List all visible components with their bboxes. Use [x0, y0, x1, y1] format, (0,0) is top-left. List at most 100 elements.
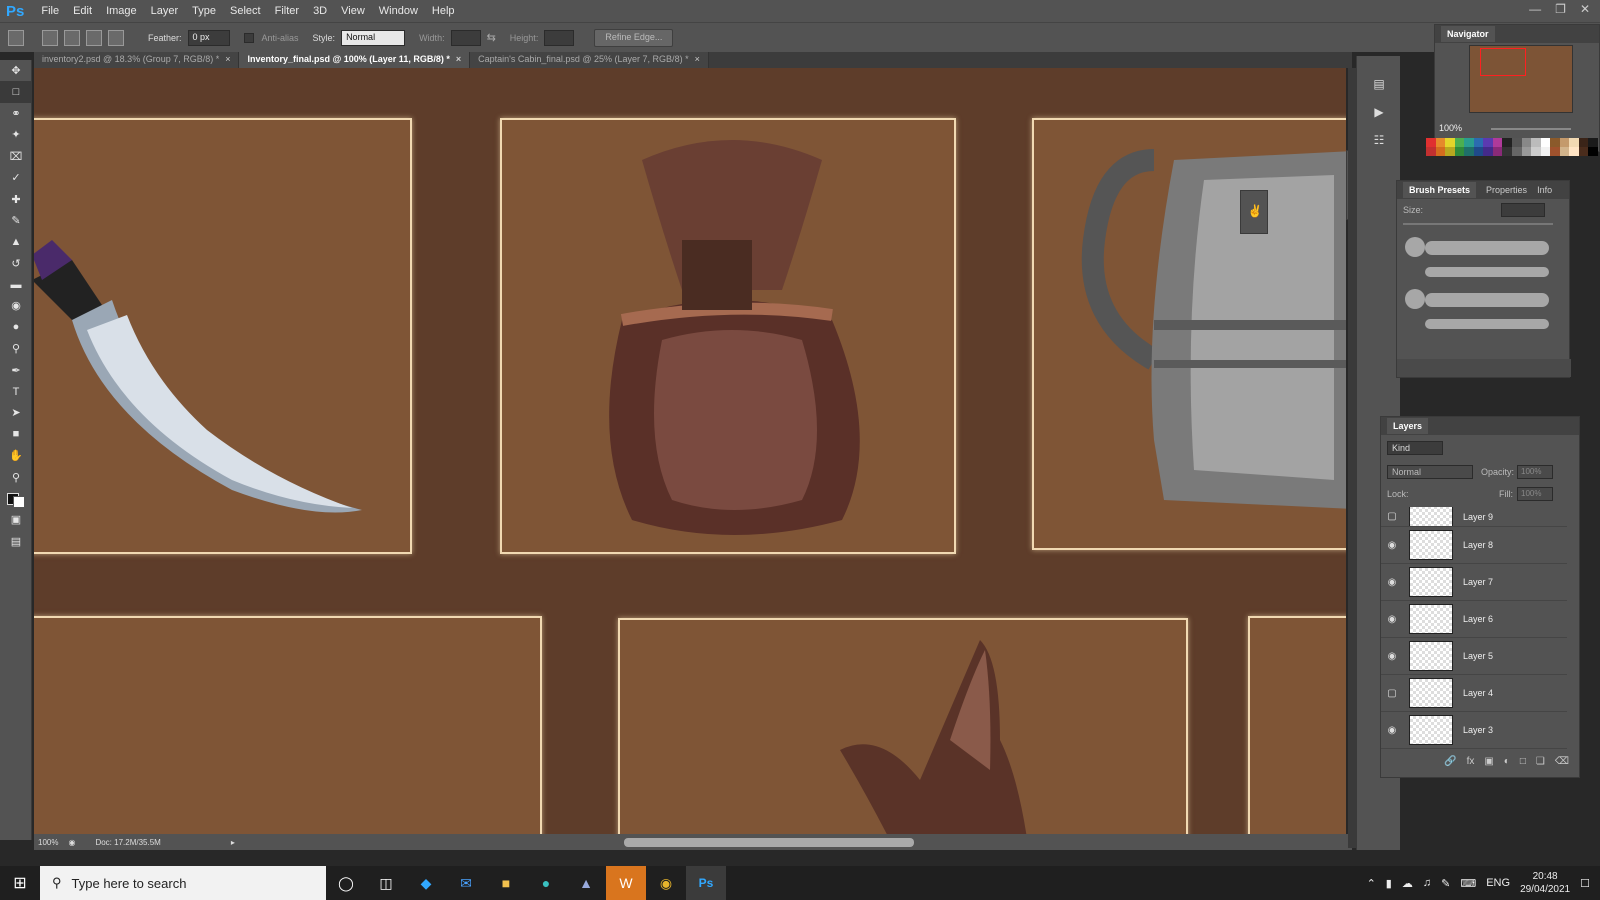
shape-tool-icon[interactable]: ■ [0, 424, 32, 445]
eyedropper-tool-icon[interactable]: ✓ [0, 167, 32, 188]
dodge-tool-icon[interactable]: ⚲ [0, 338, 32, 359]
eye-icon[interactable]: ◉ [1381, 540, 1403, 551]
tab-properties[interactable]: Properties [1486, 185, 1527, 195]
swatch[interactable] [1578, 138, 1589, 147]
layer-row-9[interactable]: ▢ Layer 9 [1381, 507, 1567, 527]
brush-slider[interactable] [1403, 223, 1553, 225]
tab-info[interactable]: Info [1537, 185, 1552, 195]
healing-tool-icon[interactable]: ✚ [0, 188, 32, 209]
menu-help[interactable]: Help [425, 5, 462, 17]
path-select-tool-icon[interactable]: ➤ [0, 402, 32, 423]
swatch[interactable] [1426, 138, 1436, 147]
language-indicator[interactable]: ENG [1486, 877, 1510, 889]
layer-name[interactable]: Layer 3 [1463, 725, 1493, 735]
layers-title[interactable]: Layers [1387, 418, 1429, 434]
swatch[interactable] [1559, 147, 1570, 156]
zoom-readout[interactable]: 100% [38, 838, 58, 847]
layer-name[interactable]: Layer 9 [1463, 512, 1493, 522]
swatch[interactable] [1540, 138, 1551, 147]
move-tool-icon[interactable]: ✥ [0, 60, 32, 81]
swatch[interactable] [1531, 147, 1541, 156]
notifications-icon[interactable]: ☐ [1580, 877, 1590, 890]
restore-icon[interactable]: ❐ [1555, 2, 1566, 16]
width-input[interactable] [450, 29, 481, 46]
cloud-icon[interactable]: ☁ [1402, 877, 1413, 890]
layer-row-7[interactable]: ◉ Layer 7 [1381, 564, 1567, 601]
layer-row-3[interactable]: ◉ Layer 3 [1381, 712, 1567, 749]
brush-preset-2[interactable] [1405, 289, 1425, 309]
bucket-tool-icon[interactable]: ◉ [0, 295, 32, 316]
brush-tool-icon[interactable]: ✎ [0, 210, 32, 231]
app-icon-2[interactable]: ▲ [566, 866, 606, 900]
chrome-icon[interactable]: ◉ [646, 866, 686, 900]
history-icon[interactable]: ▤ [1357, 70, 1401, 98]
history-brush-tool-icon[interactable]: ↺ [0, 253, 32, 274]
layer-name[interactable]: Layer 4 [1463, 688, 1493, 698]
visibility-off-icon[interactable]: ▢ [1381, 511, 1403, 522]
eye-icon[interactable]: ◉ [1381, 577, 1403, 588]
swatch[interactable] [1569, 147, 1579, 156]
group-folder-icon[interactable]: □ [1520, 756, 1526, 767]
layer-name[interactable]: Layer 7 [1463, 577, 1493, 587]
hand-tool-icon[interactable]: ✋ [0, 445, 32, 466]
type-tool-icon[interactable]: T [0, 381, 32, 402]
navigator-zoom[interactable]: 100% [1439, 123, 1462, 133]
blend-mode-select[interactable]: Normal [1387, 465, 1473, 479]
swatch[interactable] [1473, 138, 1484, 147]
add-selection-icon[interactable] [64, 29, 80, 46]
keyboard-icon[interactable]: ⌨ [1460, 877, 1476, 890]
swatch[interactable] [1540, 147, 1551, 156]
marquee-preset-icon[interactable] [8, 29, 24, 46]
link-icon[interactable]: 🔗 [1444, 756, 1456, 767]
layer-row-8[interactable]: ◉ Layer 8 [1381, 527, 1567, 564]
swatch[interactable] [1454, 147, 1465, 156]
color-swatch-icon[interactable] [0, 488, 32, 509]
menu-filter[interactable]: Filter [268, 5, 306, 17]
document-canvas[interactable] [34, 68, 1346, 834]
eye-icon[interactable]: ◉ [1381, 651, 1403, 662]
swatch[interactable] [1426, 147, 1436, 156]
eraser-tool-icon[interactable]: ▬ [0, 274, 32, 295]
screen-mode-icon[interactable]: ▤ [0, 531, 32, 552]
brush-size-input[interactable] [1501, 203, 1545, 217]
menu-layer[interactable]: Layer [144, 5, 186, 17]
layer-filter-kind[interactable]: Kind [1387, 441, 1443, 455]
status-menu-arrow-icon[interactable]: ▸ [231, 838, 235, 847]
tab-inventory2[interactable]: inventory2.psd @ 18.3% (Group 7, RGB/8) … [34, 52, 240, 68]
antialias-checkbox[interactable] [243, 32, 254, 43]
fx-icon[interactable]: fx [1467, 756, 1475, 767]
swatch[interactable] [1445, 138, 1455, 147]
adjustment-layer-icon[interactable]: ◐ [1504, 756, 1510, 767]
layer-row-4[interactable]: ▢ Layer 4 [1381, 675, 1567, 712]
height-input[interactable] [544, 29, 575, 46]
minimize-icon[interactable]: — [1529, 2, 1541, 16]
menu-edit[interactable]: Edit [66, 5, 99, 17]
lasso-tool-icon[interactable]: ⚭ [0, 103, 32, 124]
subtract-selection-icon[interactable] [86, 29, 102, 46]
swatch[interactable] [1588, 138, 1598, 147]
marquee-tool-icon[interactable]: □ [0, 81, 32, 103]
pen-tool-icon[interactable]: ✒ [0, 359, 32, 380]
mask-icon[interactable]: ▣ [1484, 756, 1493, 767]
taskbar-search[interactable]: ⚲ Type here to search [40, 866, 326, 900]
swatch[interactable] [1464, 138, 1474, 147]
horizontal-scrollbar[interactable] [624, 838, 914, 847]
refine-edge-button[interactable]: Refine Edge... [594, 28, 674, 47]
swatch[interactable] [1464, 147, 1474, 156]
pen-icon[interactable]: ✎ [1441, 877, 1450, 890]
swatch[interactable] [1588, 147, 1598, 156]
swatch[interactable] [1502, 138, 1512, 147]
chevron-up-icon[interactable]: ⌃ [1367, 877, 1376, 890]
layer-row-5[interactable]: ◉ Layer 5 [1381, 638, 1567, 675]
brush-stroke-1[interactable] [1425, 241, 1549, 255]
eye-icon[interactable]: ◉ [1381, 725, 1403, 736]
swatch[interactable] [1511, 147, 1522, 156]
swatch[interactable] [1569, 138, 1579, 147]
blur-tool-icon[interactable]: ● [0, 317, 32, 338]
actions-play-icon[interactable]: ▶ [1357, 98, 1401, 126]
windows-start-icon[interactable]: ⊞ [0, 866, 40, 900]
swatch[interactable] [1473, 147, 1484, 156]
close-icon[interactable]: × [695, 54, 700, 64]
quick-mask-icon[interactable]: ▣ [0, 509, 32, 530]
swatch[interactable] [1559, 138, 1570, 147]
